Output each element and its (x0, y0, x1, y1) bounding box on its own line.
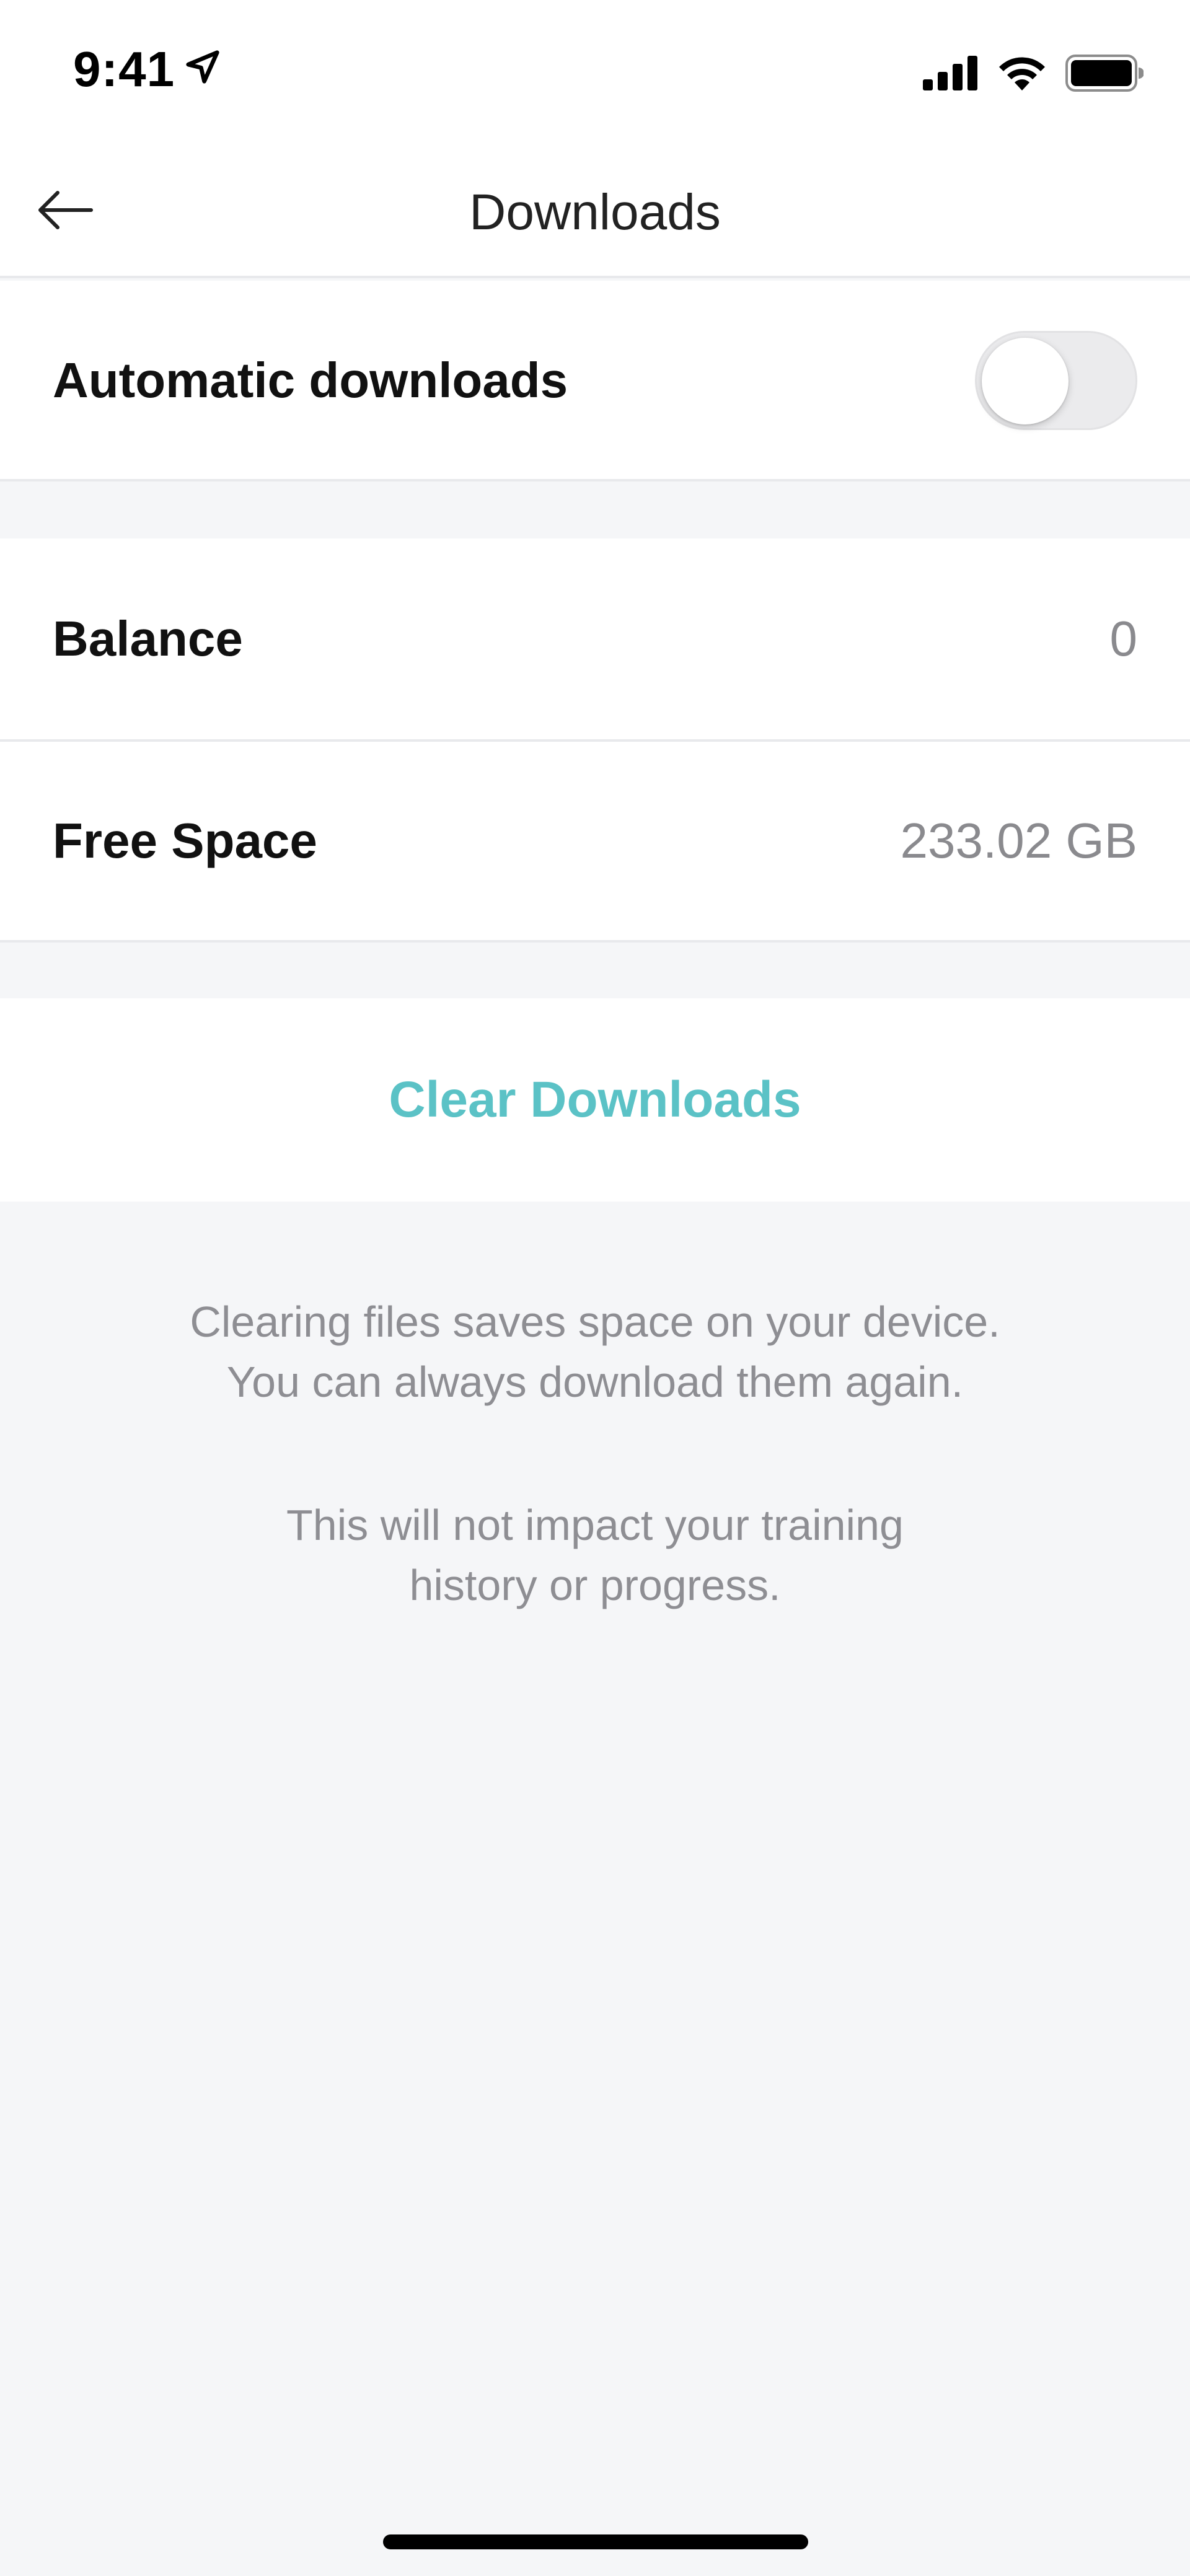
clear-downloads-button[interactable]: Clear Downloads (0, 998, 1190, 1202)
downloads-screen: 9:41 Downloads Automatic downloads Balan… (0, 0, 1190, 2576)
balance-value: 0 (1109, 611, 1138, 666)
divider (0, 479, 1190, 481)
wifi-icon (997, 55, 1047, 95)
status-icons (923, 55, 1144, 95)
nav-bar: Downloads (0, 146, 1190, 278)
info-line: Clearing files saves space on your devic… (190, 1298, 1000, 1346)
battery-icon (1065, 55, 1144, 95)
info-paragraph-2: This will not impact your training histo… (0, 1495, 1190, 1615)
cellular-signal-icon (923, 56, 979, 94)
info-line: You can always download them again. (226, 1358, 964, 1406)
balance-label: Balance (53, 611, 243, 666)
toggle-knob (982, 338, 1069, 424)
info-paragraph-1: Clearing files saves space on your devic… (0, 1292, 1190, 1412)
automatic-downloads-toggle[interactable] (975, 331, 1137, 430)
status-bar: 9:41 (0, 0, 1190, 146)
divider (0, 940, 1190, 943)
free-space-label: Free Space (53, 813, 317, 868)
status-time: 9:41 (73, 42, 175, 97)
status-time-group: 9:41 (73, 41, 222, 98)
location-arrow-icon (183, 41, 222, 98)
balance-row: Balance 0 (0, 538, 1190, 739)
free-space-value: 233.02 GB (900, 813, 1138, 868)
info-line: This will not impact your training (286, 1501, 904, 1549)
automatic-downloads-label: Automatic downloads (53, 353, 568, 408)
free-space-row: Free Space 233.02 GB (0, 742, 1190, 940)
info-line: history or progress. (409, 1561, 781, 1609)
clear-downloads-label: Clear Downloads (389, 1071, 801, 1128)
automatic-downloads-row: Automatic downloads (0, 281, 1190, 480)
page-title: Downloads (469, 184, 721, 240)
home-indicator (383, 2534, 808, 2549)
